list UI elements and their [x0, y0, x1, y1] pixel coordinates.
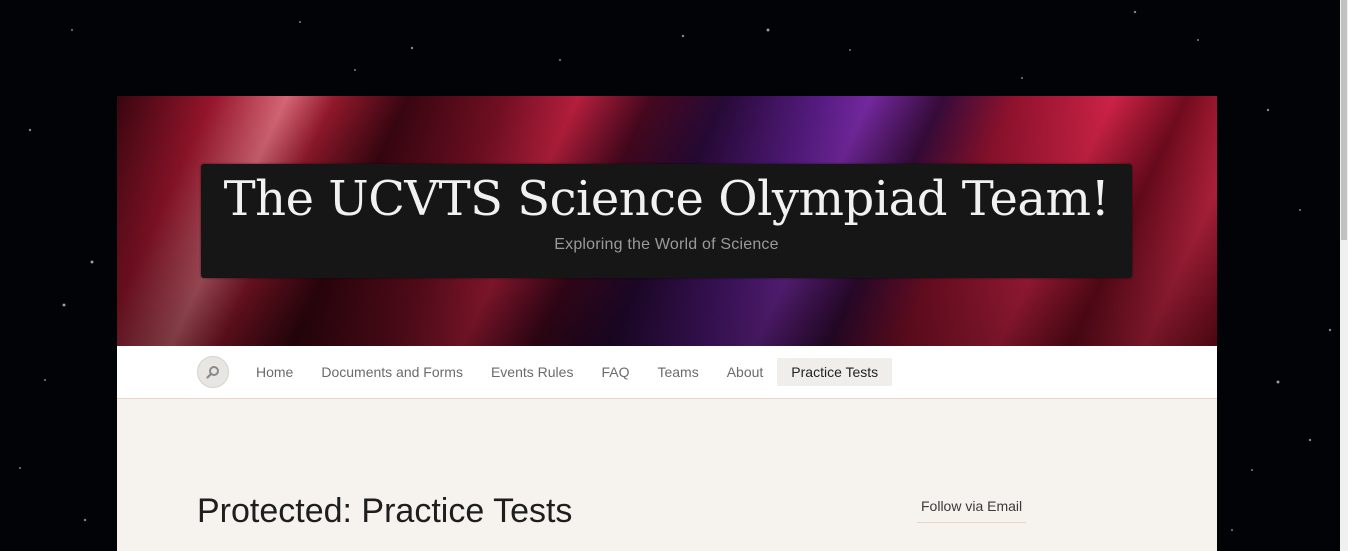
search-icon	[206, 366, 219, 379]
search-toggle-button[interactable]	[197, 356, 229, 388]
page-container: The UCVTS Science Olympiad Team! Explori…	[117, 96, 1217, 551]
nav-item-practice-tests[interactable]: Practice Tests	[777, 358, 893, 386]
scrollbar-thumb[interactable]	[1341, 0, 1347, 240]
page-title: Protected: Practice Tests	[197, 492, 573, 530]
site-tagline: Exploring the World of Science	[554, 236, 779, 253]
site-title[interactable]: The UCVTS Science Olympiad Team!	[201, 164, 1132, 230]
nav-menu: Home Documents and Forms Events Rules FA…	[242, 358, 893, 386]
nav-item-about[interactable]: About	[713, 358, 778, 386]
nav-item-events-rules[interactable]: Events Rules	[477, 358, 587, 386]
nav-item-documents-and-forms[interactable]: Documents and Forms	[307, 358, 477, 386]
site-title-box: The UCVTS Science Olympiad Team! Explori…	[201, 164, 1132, 278]
sidebar-widget-title: Follow via Email	[917, 496, 1027, 523]
header-banner: The UCVTS Science Olympiad Team! Explori…	[117, 96, 1217, 346]
main-navigation: Home Documents and Forms Events Rules FA…	[117, 346, 1217, 399]
main-content: Protected: Practice Tests	[197, 489, 572, 533]
nav-item-teams[interactable]: Teams	[643, 358, 712, 386]
nav-item-faq[interactable]: FAQ	[587, 358, 643, 386]
nav-item-home[interactable]: Home	[242, 358, 307, 386]
page-scrollbar[interactable]	[1340, 0, 1348, 551]
